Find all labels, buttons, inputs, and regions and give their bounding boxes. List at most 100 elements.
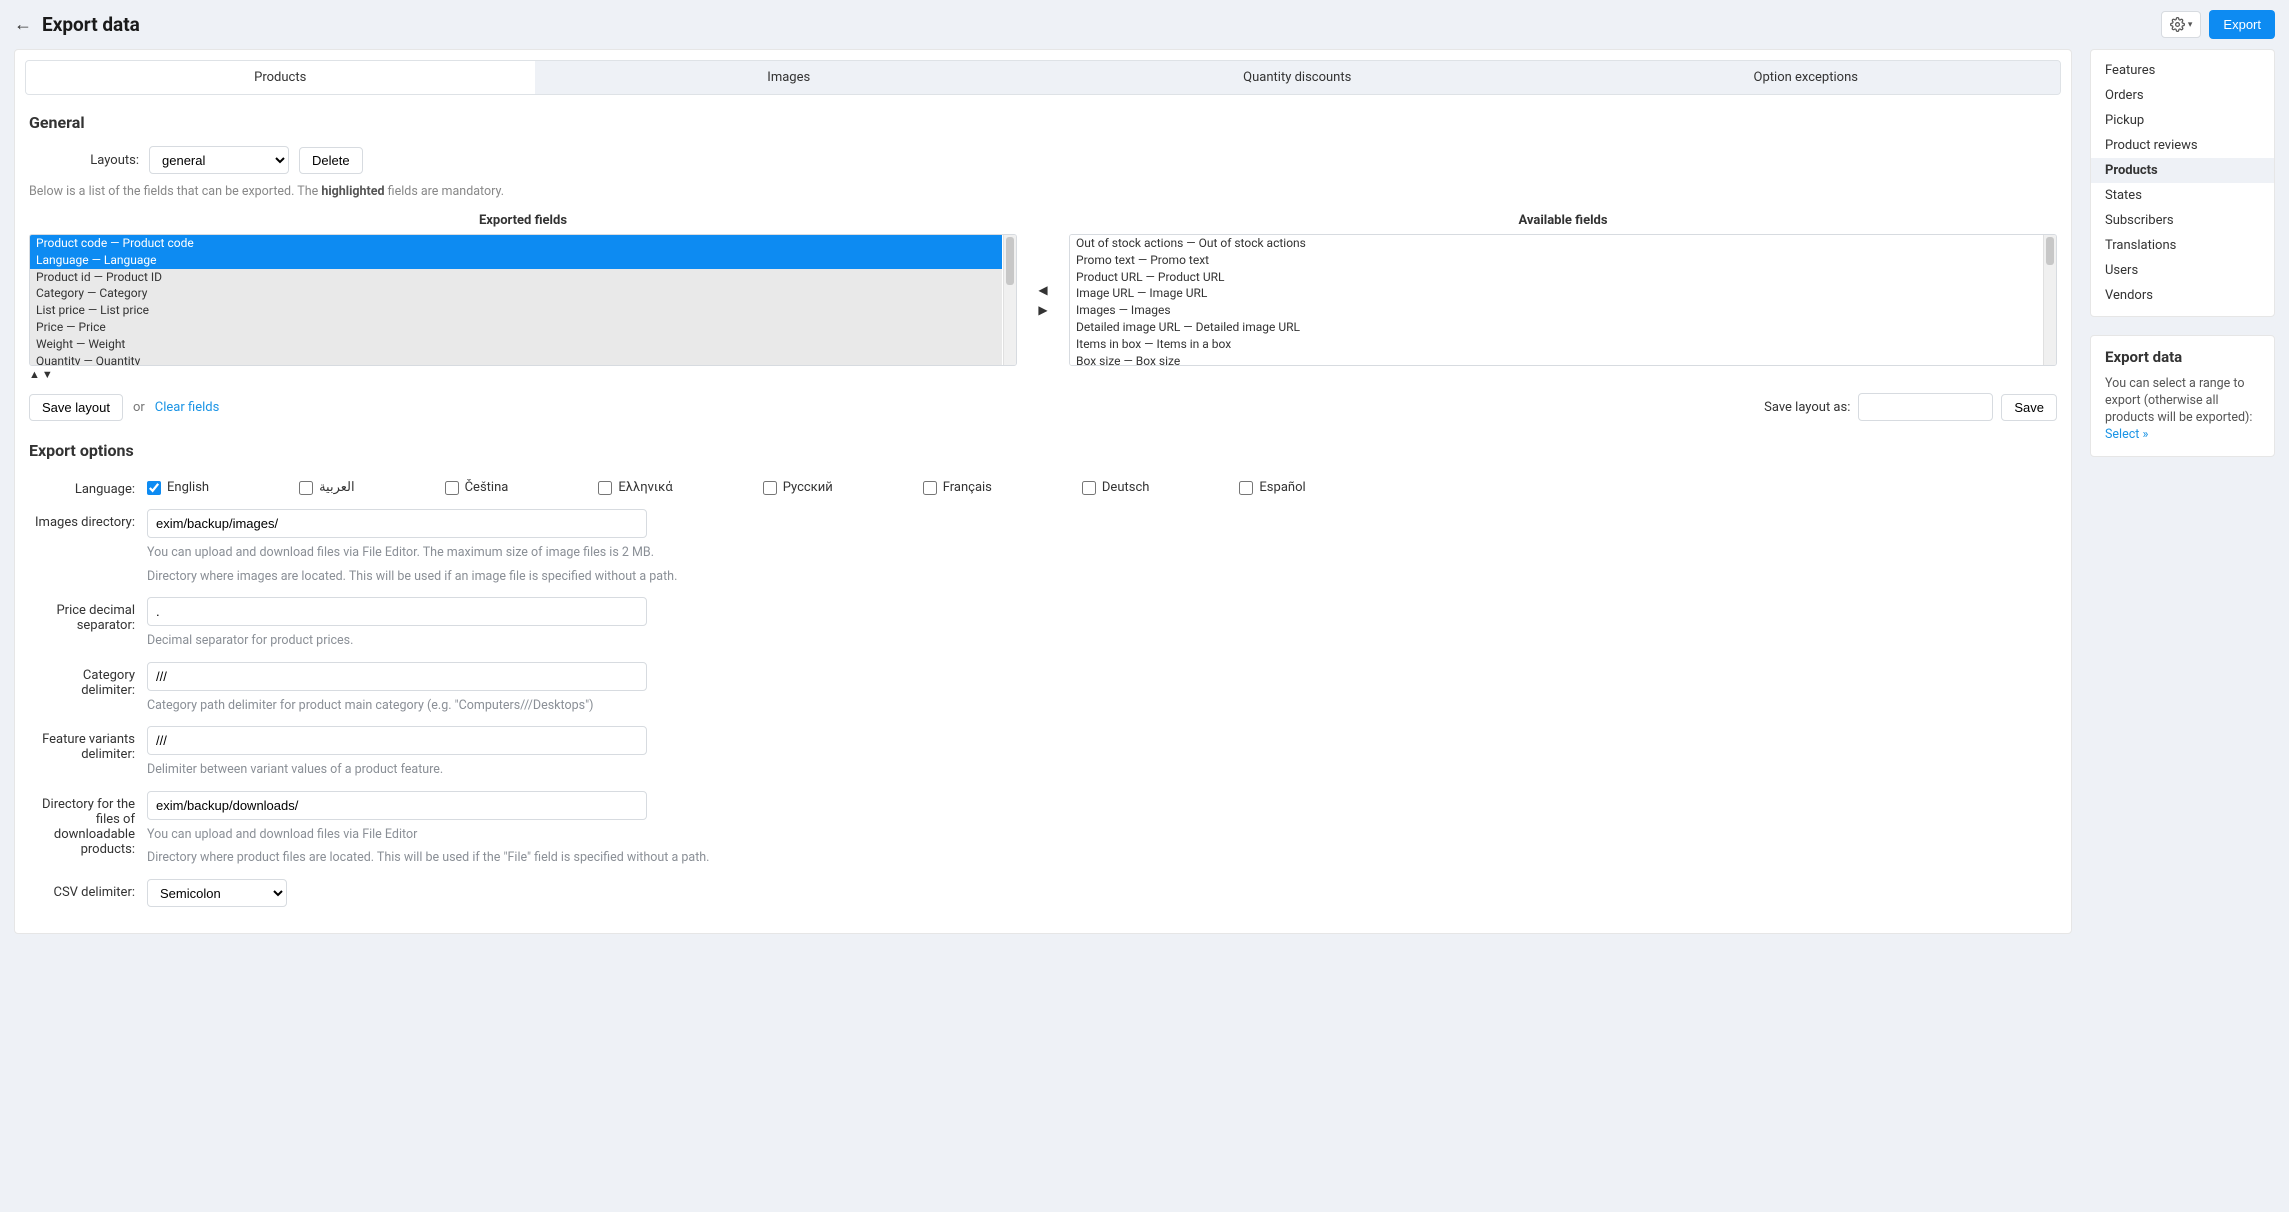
- export-button[interactable]: Export: [2209, 10, 2275, 39]
- exported-fields-list[interactable]: Product code — Product codeLanguage — La…: [29, 234, 1017, 366]
- list-item[interactable]: Out of stock actions — Out of stock acti…: [1070, 235, 2042, 252]
- language-checkbox[interactable]: [1082, 481, 1096, 495]
- language-option[interactable]: Čeština: [445, 480, 509, 495]
- move-right-icon[interactable]: ▶: [1038, 303, 1047, 317]
- scrollbar[interactable]: [1003, 235, 1016, 365]
- header-left: ← Export data: [14, 13, 140, 36]
- price-sep-help: Decimal separator for product prices.: [147, 632, 2057, 650]
- price-sep-input[interactable]: [147, 597, 647, 626]
- language-name: العربية: [319, 480, 355, 495]
- dl-dir-label: Directory for the files of downloadable …: [29, 791, 147, 857]
- tab-images[interactable]: Images: [535, 61, 1044, 94]
- layouts-select[interactable]: general: [149, 146, 289, 174]
- language-option[interactable]: Русский: [763, 480, 833, 495]
- list-item[interactable]: Language — Language: [30, 252, 1002, 269]
- cat-delim-input[interactable]: [147, 662, 647, 691]
- sidebar-item-products[interactable]: Products: [2091, 158, 2274, 183]
- list-item[interactable]: Category — Category: [30, 285, 1002, 302]
- page-title: Export data: [42, 13, 140, 36]
- save-as-button[interactable]: Save: [2001, 394, 2057, 421]
- tab-products[interactable]: Products: [26, 61, 535, 94]
- sidebar-item-users[interactable]: Users: [2091, 258, 2274, 283]
- language-option[interactable]: Ελληνικά: [598, 480, 672, 495]
- fields-headers: Exported fields Available fields: [15, 207, 2071, 234]
- side-export-box: Export data You can select a range to ex…: [2090, 335, 2275, 457]
- move-up-icon[interactable]: ▲: [29, 368, 40, 381]
- language-name: Français: [943, 480, 992, 495]
- list-item[interactable]: Image URL — Image URL: [1070, 285, 2042, 302]
- tabs: ProductsImagesQuantity discountsOption e…: [25, 60, 2061, 95]
- sidebar-item-orders[interactable]: Orders: [2091, 83, 2274, 108]
- back-arrow-icon[interactable]: ←: [14, 14, 32, 35]
- language-checkbox[interactable]: [445, 481, 459, 495]
- csv-delim-select[interactable]: Semicolon: [147, 879, 287, 907]
- sidebar-item-translations[interactable]: Translations: [2091, 233, 2274, 258]
- tab-quantity-discounts[interactable]: Quantity discounts: [1043, 61, 1552, 94]
- language-label: Language:: [29, 476, 147, 497]
- list-item[interactable]: Promo text — Promo text: [1070, 252, 2042, 269]
- clear-fields-link[interactable]: Clear fields: [155, 400, 220, 415]
- select-range-link[interactable]: Select »: [2105, 427, 2148, 442]
- price-sep-label: Price decimal separator:: [29, 597, 147, 633]
- side-column: FeaturesOrdersPickupProduct reviewsProdu…: [2090, 49, 2275, 934]
- language-checkbox[interactable]: [598, 481, 612, 495]
- language-option[interactable]: Deutsch: [1082, 480, 1150, 495]
- list-item[interactable]: Items in box — Items in a box: [1070, 336, 2042, 353]
- list-item[interactable]: Box size — Box size: [1070, 353, 2042, 365]
- export-options: Language: English العربية Čeština Ελληνικά Р…: [15, 470, 2071, 933]
- images-dir-row: Images directory: You can upload and dow…: [29, 503, 2057, 591]
- list-item[interactable]: Product URL — Product URL: [1070, 269, 2042, 286]
- language-checkbox[interactable]: [299, 481, 313, 495]
- save-layout-as-input[interactable]: [1858, 393, 1993, 421]
- language-option[interactable]: العربية: [299, 480, 355, 495]
- sidebar-item-states[interactable]: States: [2091, 183, 2274, 208]
- main-wrap: ProductsImagesQuantity discountsOption e…: [0, 49, 2289, 954]
- sidebar-item-subscribers[interactable]: Subscribers: [2091, 208, 2274, 233]
- language-option[interactable]: Español: [1239, 480, 1305, 495]
- settings-dropdown[interactable]: ▾: [2161, 11, 2202, 38]
- language-name: English: [167, 480, 209, 495]
- caret-down-icon: ▾: [2188, 20, 2193, 30]
- main-column: ProductsImagesQuantity discountsOption e…: [14, 49, 2072, 934]
- side-nav: FeaturesOrdersPickupProduct reviewsProdu…: [2090, 49, 2275, 317]
- language-option[interactable]: Français: [923, 480, 992, 495]
- move-down-icon[interactable]: ▼: [42, 368, 53, 381]
- list-item[interactable]: Quantity — Quantity: [30, 353, 1002, 365]
- language-option[interactable]: English: [147, 480, 209, 495]
- list-item[interactable]: Product id — Product ID: [30, 269, 1002, 286]
- layout-right: Save layout as: Save: [1764, 393, 2057, 421]
- language-checkbox[interactable]: [923, 481, 937, 495]
- sidebar-item-product-reviews[interactable]: Product reviews: [2091, 133, 2274, 158]
- feat-delim-input[interactable]: [147, 726, 647, 755]
- delete-layout-button[interactable]: Delete: [299, 147, 363, 174]
- dl-dir-input[interactable]: [147, 791, 647, 820]
- language-checkbox[interactable]: [763, 481, 777, 495]
- move-left-icon[interactable]: ◀: [1038, 283, 1047, 297]
- language-row: Language: English العربية Čeština Ελληνικά Р…: [29, 470, 2057, 503]
- list-item[interactable]: Price — Price: [30, 319, 1002, 336]
- dl-dir-help2: Directory where product files are locate…: [147, 849, 2057, 867]
- language-checkbox[interactable]: [1239, 481, 1253, 495]
- cat-delim-row: Category delimiter: Category path delimi…: [29, 656, 2057, 721]
- images-dir-input[interactable]: [147, 509, 647, 538]
- export-options-heading: Export options: [15, 437, 2071, 470]
- sidebar-item-pickup[interactable]: Pickup: [2091, 108, 2274, 133]
- sidebar-item-vendors[interactable]: Vendors: [2091, 283, 2274, 308]
- layout-left: Save layout or Clear fields: [29, 394, 219, 421]
- sidebar-item-features[interactable]: Features: [2091, 58, 2274, 83]
- list-item[interactable]: Detailed image URL — Detailed image URL: [1070, 319, 2042, 336]
- images-dir-help1: You can upload and download files via Fi…: [147, 544, 2057, 562]
- scrollbar[interactable]: [2043, 235, 2056, 365]
- tab-option-exceptions[interactable]: Option exceptions: [1552, 61, 2061, 94]
- csv-delim-row: CSV delimiter: Semicolon: [29, 873, 2057, 913]
- layout-actions-row: Save layout or Clear fields Save layout …: [15, 383, 2071, 437]
- language-checkbox[interactable]: [147, 481, 161, 495]
- available-fields-list[interactable]: Out of stock actions — Out of stock acti…: [1069, 234, 2057, 366]
- language-checkboxes: English العربية Čeština Ελληνικά Русский Fran…: [147, 476, 2057, 495]
- list-item[interactable]: Weight — Weight: [30, 336, 1002, 353]
- list-item[interactable]: Images — Images: [1070, 302, 2042, 319]
- list-item[interactable]: List price — List price: [30, 302, 1002, 319]
- list-item[interactable]: Product code — Product code: [30, 235, 1002, 252]
- or-text: or: [133, 400, 145, 415]
- save-layout-button[interactable]: Save layout: [29, 394, 123, 421]
